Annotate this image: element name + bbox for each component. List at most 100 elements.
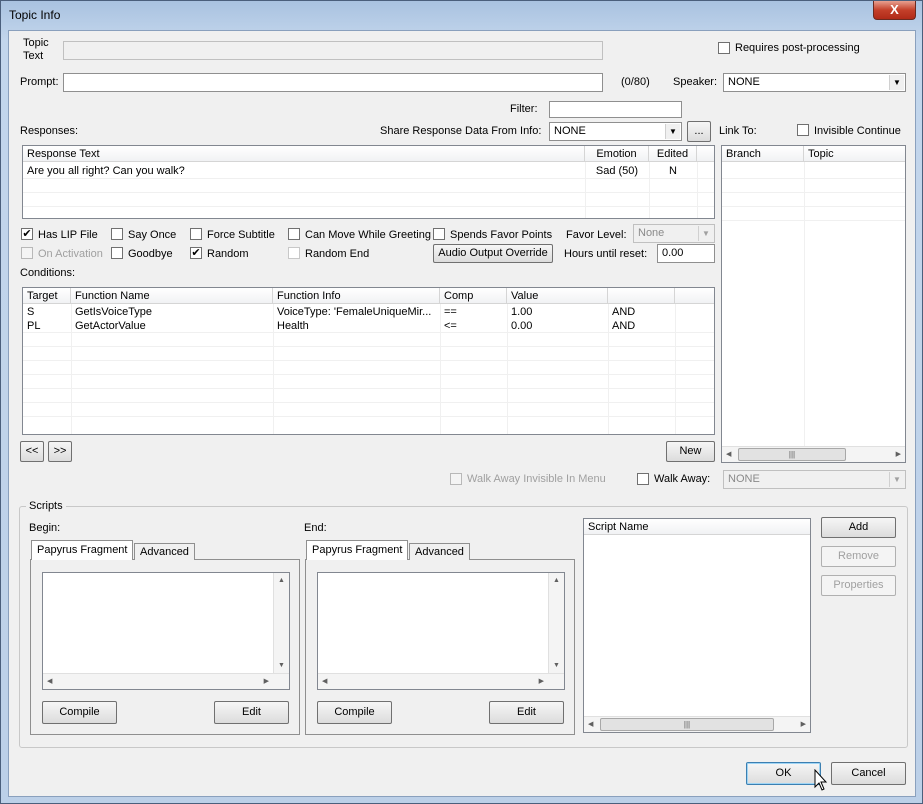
comp-header[interactable]: Comp <box>440 288 507 304</box>
comp-cell: <= <box>444 320 457 332</box>
walk-away-invisible-checkbox[interactable] <box>450 473 462 485</box>
edited-header[interactable]: Edited <box>649 146 697 162</box>
and-or-header[interactable] <box>608 288 675 304</box>
spends-favor-checkbox[interactable] <box>433 228 445 240</box>
chevron-down-icon[interactable]: ▼ <box>665 124 680 139</box>
remove-script-button[interactable]: Remove <box>821 546 896 567</box>
share-response-browse-button[interactable]: ... <box>687 121 711 142</box>
end-tab-papyrus[interactable]: Papyrus Fragment <box>306 540 409 560</box>
function-info-header[interactable]: Function Info <box>273 288 440 304</box>
begin-tab-advanced[interactable]: Advanced <box>134 543 195 560</box>
topic-header[interactable]: Topic <box>804 146 905 162</box>
grid-line <box>23 388 714 389</box>
mouse-cursor-icon <box>814 769 828 791</box>
close-button[interactable]: X <box>873 1 916 20</box>
scroll-up-icon[interactable]: ▲ <box>553 577 560 584</box>
scroll-thumb[interactable]: ||| <box>738 448 846 461</box>
invisible-continue-checkbox[interactable] <box>797 124 809 136</box>
scroll-up-icon[interactable]: ▲ <box>278 577 285 584</box>
say-once-label: Say Once <box>128 229 177 241</box>
goodbye-label: Goodbye <box>128 248 173 260</box>
conditions-list[interactable]: Target Function Name Function Info Comp … <box>22 287 715 435</box>
scroll-right-icon[interactable]: ▶ <box>896 450 901 458</box>
prompt-label: Prompt: <box>20 76 59 88</box>
say-once-checkbox[interactable] <box>111 228 123 240</box>
invisible-continue-label: Invisible Continue <box>814 125 901 137</box>
emotion-header[interactable]: Emotion <box>585 146 649 162</box>
chevron-down-icon[interactable]: ▼ <box>889 472 904 487</box>
responses-list[interactable]: Response Text Emotion Edited Are you all… <box>22 145 715 219</box>
walk-away-select[interactable]: NONE ▼ <box>723 470 906 489</box>
can-move-label: Can Move While Greeting <box>305 229 431 241</box>
scroll-right-icon[interactable]: ▶ <box>539 677 544 685</box>
target-header[interactable]: Target <box>23 288 71 304</box>
new-condition-button[interactable]: New <box>666 441 715 462</box>
scroll-right-icon[interactable]: ▶ <box>801 720 806 728</box>
scroll-left-icon[interactable]: ◀ <box>47 677 52 685</box>
can-move-checkbox[interactable] <box>288 228 300 240</box>
grid-line <box>722 192 905 193</box>
random-label: Random <box>207 248 249 260</box>
function-name-header[interactable]: Function Name <box>71 288 273 304</box>
random-checkbox[interactable]: ✔ <box>190 247 202 259</box>
prompt-input[interactable] <box>63 73 603 92</box>
begin-script-editor[interactable]: ▲ ▼ ◀ ▶ <box>42 572 290 690</box>
next-condition-button[interactable]: >> <box>48 441 72 462</box>
audio-output-override-button[interactable]: Audio Output Override <box>433 244 553 263</box>
on-activation-checkbox[interactable] <box>21 247 33 259</box>
function-info-cell: Health <box>277 320 309 332</box>
end-vscrollbar[interactable]: ▲ ▼ <box>548 573 564 673</box>
edited-cell: N <box>669 165 677 177</box>
link-to-hscrollbar[interactable]: ◀ ||| ▶ <box>722 446 905 462</box>
script-list-hscrollbar[interactable]: ◀ ||| ▶ <box>584 716 810 732</box>
script-name-list[interactable]: Script Name ◀ ||| ▶ <box>583 518 811 733</box>
grid-line <box>23 206 714 207</box>
begin-vscrollbar[interactable]: ▲ ▼ <box>273 573 289 673</box>
filter-input[interactable] <box>549 101 682 118</box>
end-hscrollbar[interactable]: ◀ ▶ <box>318 673 564 689</box>
cancel-button[interactable]: Cancel <box>831 762 906 785</box>
grid-line <box>722 206 905 207</box>
speaker-select[interactable]: NONE ▼ <box>723 73 906 92</box>
scroll-down-icon[interactable]: ▼ <box>278 662 285 669</box>
and-or-cell: AND <box>612 320 636 332</box>
begin-tab-papyrus[interactable]: Papyrus Fragment <box>31 540 134 560</box>
force-subtitle-checkbox[interactable] <box>190 228 202 240</box>
target-cell: S <box>27 306 35 318</box>
end-compile-button[interactable]: Compile <box>317 701 392 724</box>
random-end-checkbox[interactable] <box>288 247 300 259</box>
chevron-down-icon[interactable]: ▼ <box>698 226 713 241</box>
begin-hscrollbar[interactable]: ◀ ▶ <box>43 673 289 689</box>
requires-post-processing-checkbox[interactable] <box>718 42 730 54</box>
scroll-left-icon[interactable]: ◀ <box>588 720 593 728</box>
link-to-list[interactable]: Branch Topic ◀ ||| ▶ <box>721 145 906 463</box>
scroll-left-icon[interactable]: ◀ <box>726 450 731 458</box>
add-script-button[interactable]: Add <box>821 517 896 538</box>
has-lip-file-checkbox[interactable]: ✔ <box>21 228 33 240</box>
goodbye-checkbox[interactable] <box>111 247 123 259</box>
walk-away-checkbox[interactable] <box>637 473 649 485</box>
branch-header[interactable]: Branch <box>722 146 804 162</box>
hours-until-reset-input[interactable]: 0.00 <box>657 244 715 263</box>
favor-level-select[interactable]: None ▼ <box>633 224 715 243</box>
script-properties-button[interactable]: Properties <box>821 575 896 596</box>
end-edit-button[interactable]: Edit <box>489 701 564 724</box>
chevron-down-icon[interactable]: ▼ <box>889 75 904 90</box>
share-response-select[interactable]: NONE ▼ <box>549 122 682 141</box>
begin-compile-button[interactable]: Compile <box>42 701 117 724</box>
window-title: Topic Info <box>9 8 61 22</box>
topic-text-field[interactable] <box>63 41 603 60</box>
response-text-header[interactable]: Response Text <box>23 146 585 162</box>
scroll-right-icon[interactable]: ▶ <box>264 677 269 685</box>
begin-edit-button[interactable]: Edit <box>214 701 289 724</box>
end-tab-advanced[interactable]: Advanced <box>409 543 470 560</box>
scroll-left-icon[interactable]: ◀ <box>322 677 327 685</box>
title-bar[interactable]: Topic Info X <box>1 1 922 29</box>
script-name-header[interactable]: Script Name <box>584 519 810 535</box>
ok-button[interactable]: OK <box>746 762 821 785</box>
end-script-editor[interactable]: ▲ ▼ ◀ ▶ <box>317 572 565 690</box>
prev-condition-button[interactable]: << <box>20 441 44 462</box>
scroll-thumb[interactable]: ||| <box>600 718 774 731</box>
value-header[interactable]: Value <box>507 288 608 304</box>
scroll-down-icon[interactable]: ▼ <box>553 662 560 669</box>
